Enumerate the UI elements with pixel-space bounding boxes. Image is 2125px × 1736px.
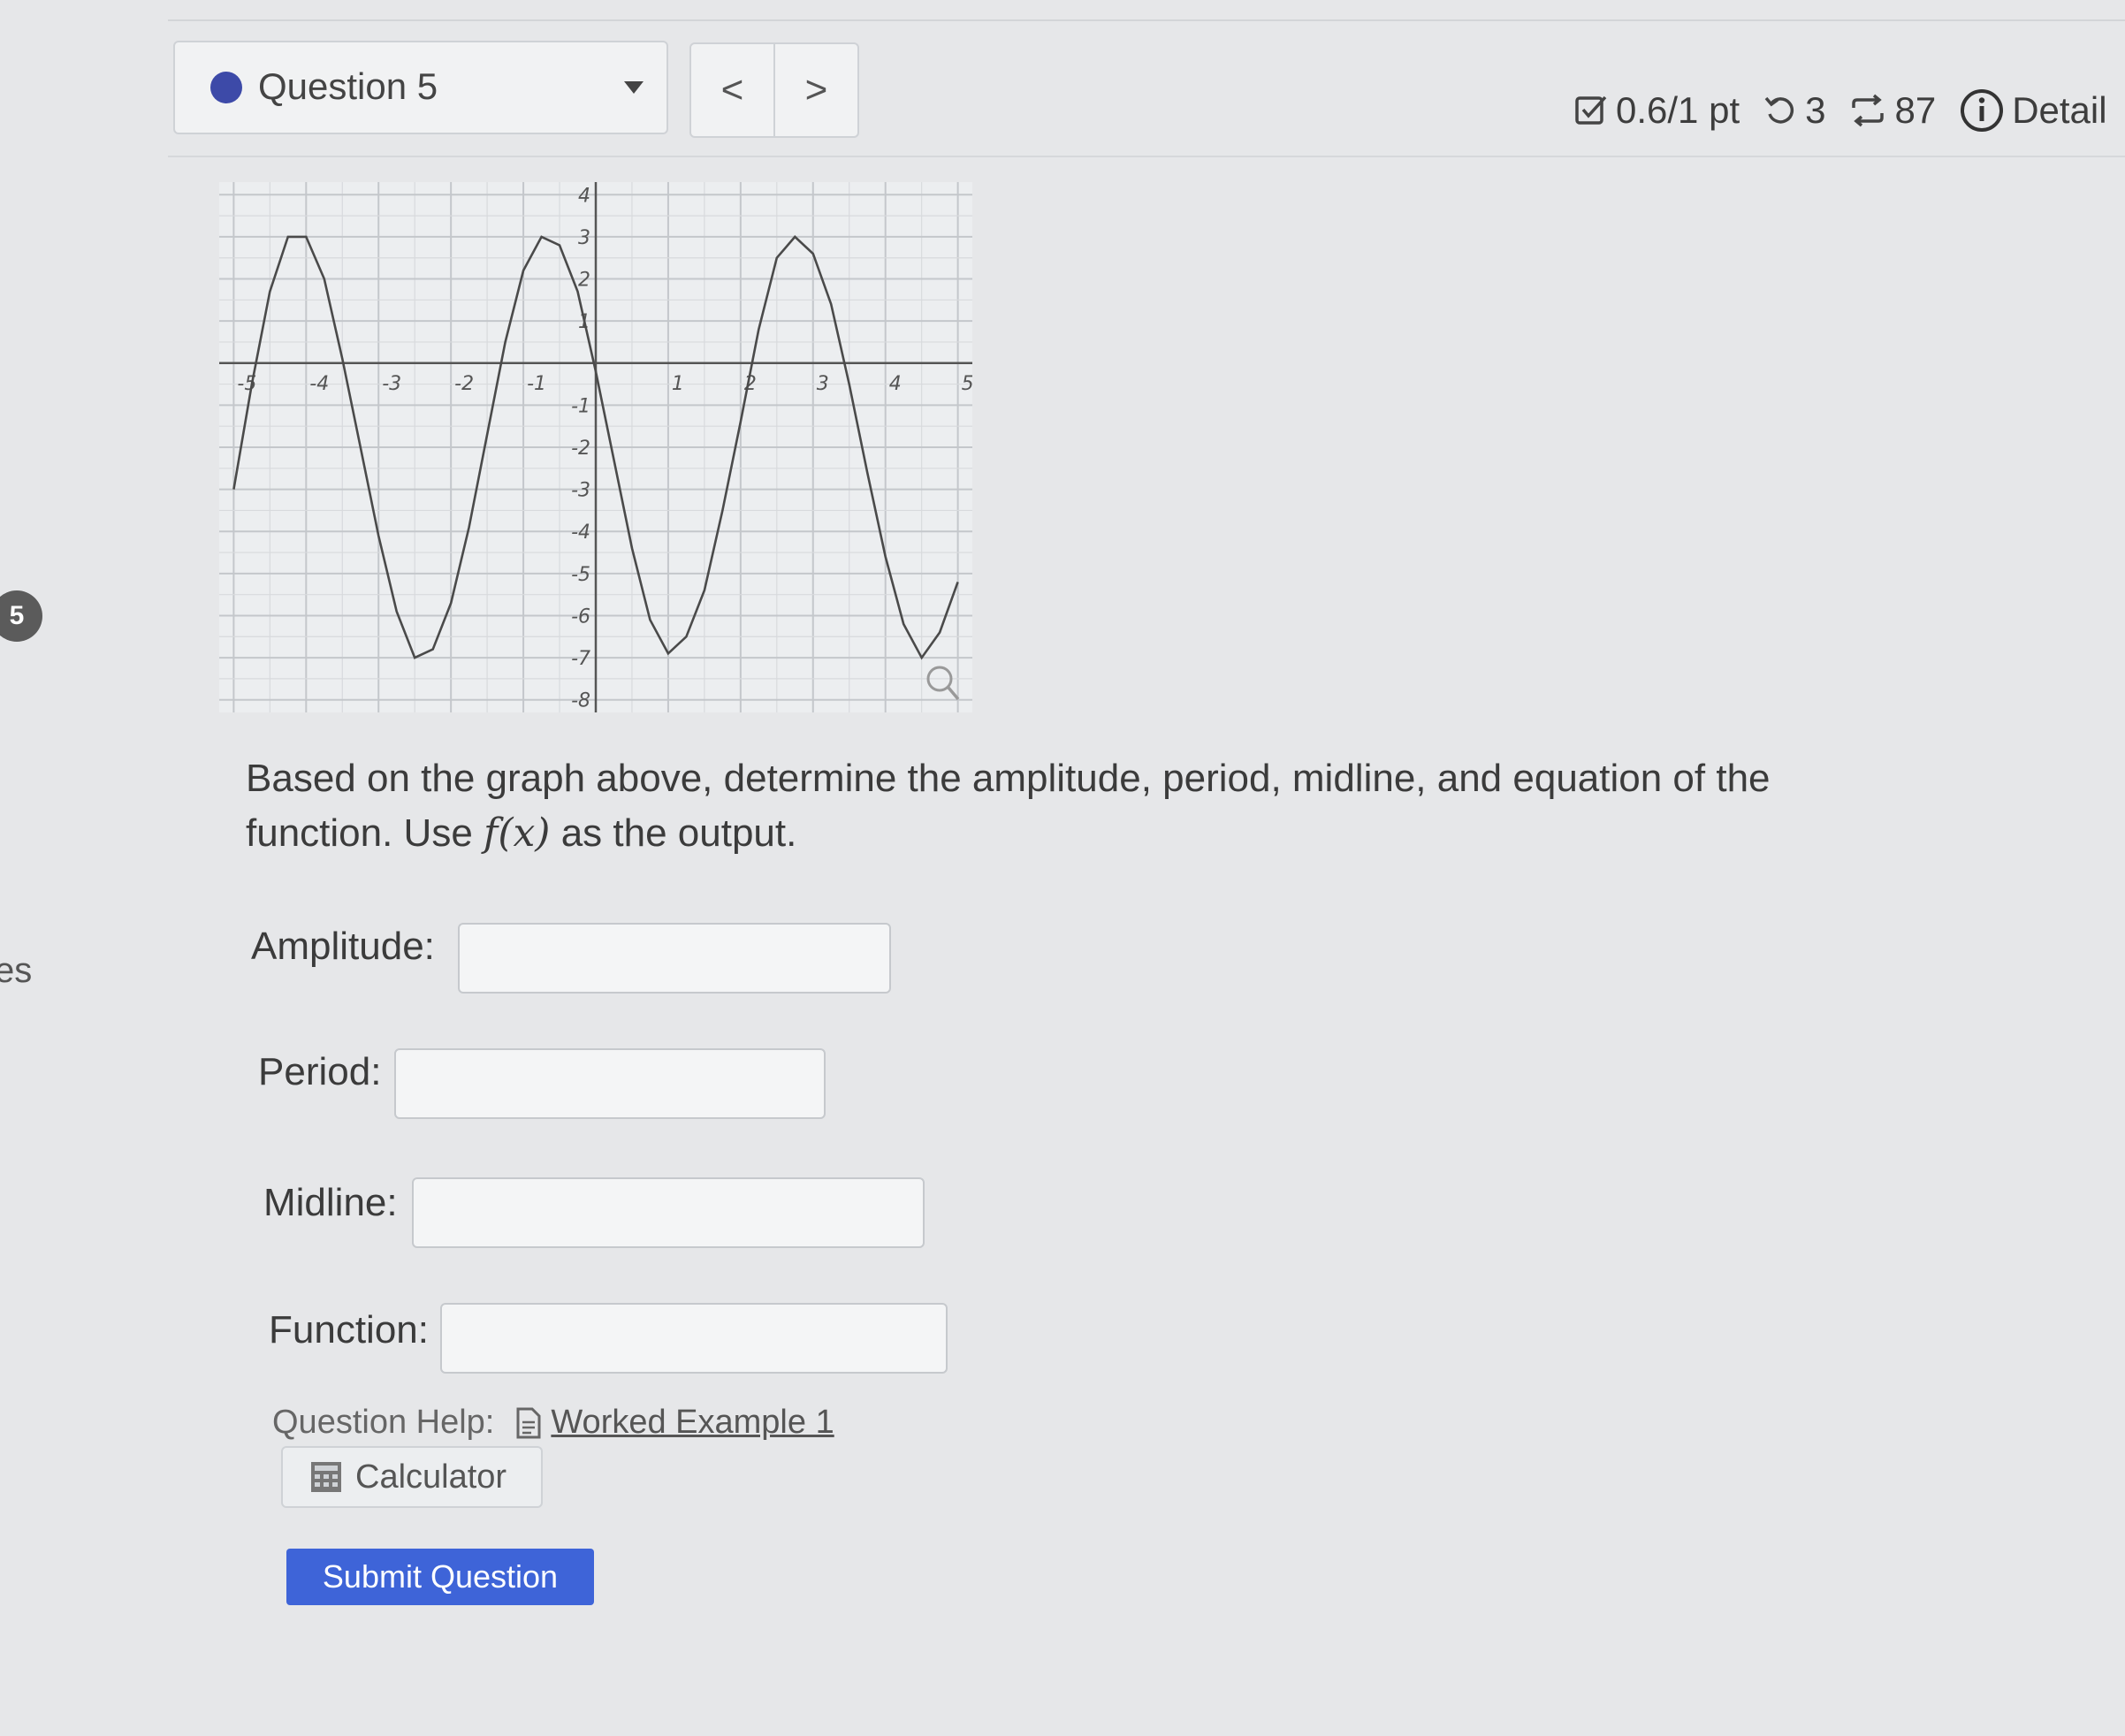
retry-icon: [1764, 96, 1794, 124]
prompt-math: f(x): [484, 811, 551, 856]
question-help-label: Question Help:: [272, 1404, 495, 1441]
details-label: Detail: [2012, 89, 2107, 131]
y-tick-label: -4: [571, 522, 590, 544]
retries-count: 3: [1805, 89, 1826, 131]
y-tick-label: -7: [571, 648, 590, 670]
attempts-repeat-icon: [1852, 94, 1885, 127]
next-question-button[interactable]: >: [773, 44, 857, 136]
x-tick-label: -3: [382, 373, 401, 395]
checkbox-icon: [1575, 95, 1607, 125]
period-input[interactable]: [394, 1048, 826, 1119]
sine-graph: -5-4-3-2-1123454321-1-2-3-4-5-6-7-8: [219, 182, 972, 712]
prompt-text-end: as the output.: [550, 811, 797, 855]
y-tick-label: -5: [571, 564, 590, 586]
calculator-label: Calculator: [355, 1458, 507, 1496]
x-tick-label: 3: [817, 373, 829, 395]
question-stats: 0.6/1 pt 3 87 Detail: [1573, 80, 2125, 141]
retries-stat: 3: [1763, 89, 1825, 132]
info-icon: [1961, 89, 2004, 132]
question-number-badge[interactable]: 5: [0, 590, 42, 642]
y-tick-label: -2: [571, 438, 590, 460]
header-bottom-border: [168, 156, 2125, 157]
details-link[interactable]: Detail: [1959, 88, 2107, 133]
previous-question-button[interactable]: <: [691, 44, 773, 136]
document-icon: [516, 1407, 541, 1438]
y-tick-label: -3: [571, 480, 590, 502]
submit-question-button[interactable]: Submit Question: [286, 1549, 594, 1605]
question-nav: < >: [689, 42, 859, 138]
prompt-text: Based on the graph above, determine the …: [246, 757, 1771, 855]
question-selector[interactable]: Question 5: [173, 41, 668, 134]
question-prompt: Based on the graph above, determine the …: [246, 751, 1881, 861]
period-label: Period:: [258, 1050, 382, 1093]
attempts-count: 87: [1894, 89, 1937, 131]
score-text: 0.6/1 pt: [1616, 89, 1740, 131]
function-input[interactable]: [440, 1303, 948, 1374]
y-tick-label: 4: [578, 185, 590, 207]
y-tick-label: 2: [578, 270, 590, 292]
dropdown-caret-icon: [624, 81, 644, 94]
x-tick-label: 1: [672, 373, 684, 395]
y-tick-label: -1: [571, 395, 590, 417]
x-tick-label: 4: [889, 373, 902, 395]
x-tick-label: -2: [454, 373, 474, 395]
amplitude-label: Amplitude:: [251, 925, 435, 968]
y-tick-label: -6: [571, 605, 590, 628]
y-tick-label: -8: [571, 690, 590, 712]
question-status-dot: [210, 72, 242, 103]
worked-example-link[interactable]: Worked Example 1: [551, 1404, 834, 1442]
amplitude-input[interactable]: [458, 923, 891, 994]
attempts-stat: 87: [1848, 89, 1936, 132]
midline-label: Midline:: [263, 1181, 398, 1224]
midline-input[interactable]: [412, 1177, 925, 1248]
header-top-border: [168, 19, 2125, 21]
calculator-button[interactable]: Calculator: [281, 1446, 543, 1508]
x-tick-label: -1: [527, 373, 546, 395]
question-selector-label: Question 5: [258, 65, 438, 107]
x-tick-label: -4: [309, 373, 329, 395]
question-help: Question Help: Worked Example 1: [272, 1404, 834, 1442]
x-tick-label: 5: [962, 373, 972, 395]
sidebar-cut-text: es: [0, 951, 33, 990]
function-label: Function:: [269, 1308, 429, 1351]
y-tick-label: 3: [578, 227, 590, 249]
score-stat: 0.6/1 pt: [1573, 89, 1740, 132]
calculator-icon: [311, 1462, 341, 1492]
